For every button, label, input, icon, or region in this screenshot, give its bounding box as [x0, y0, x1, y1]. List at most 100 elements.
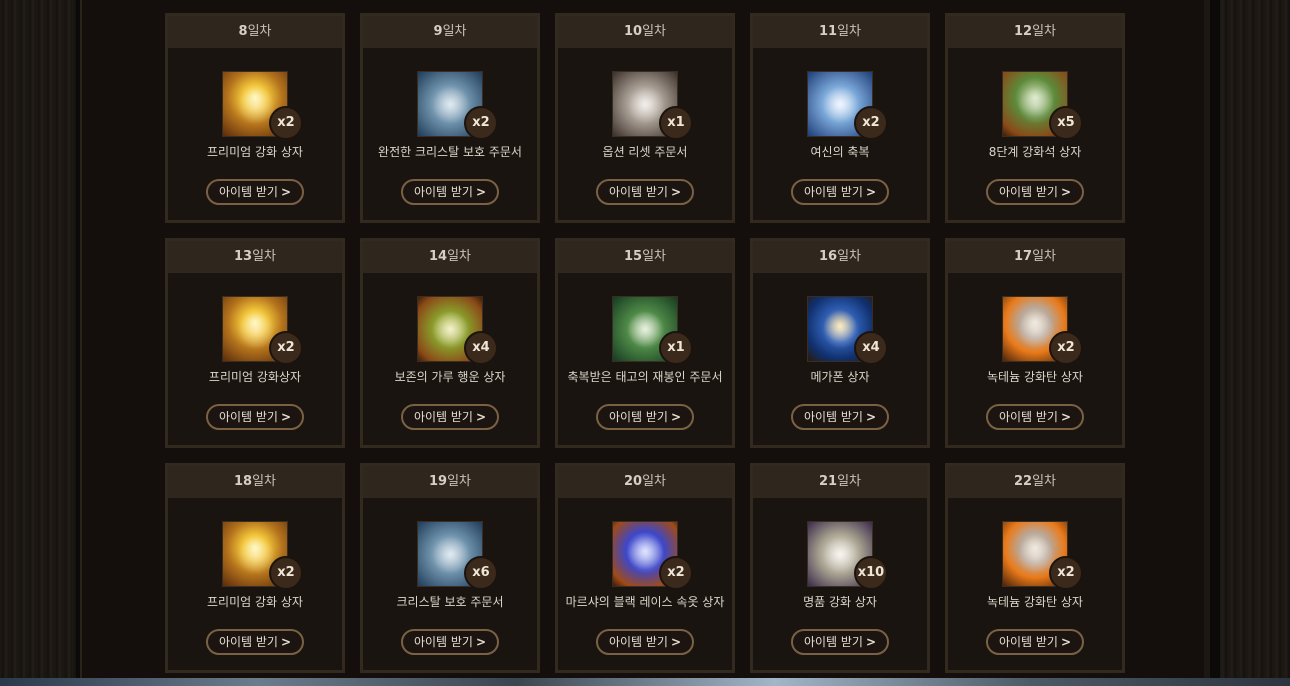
item-name: 옵션 리셋 주문서 — [602, 145, 688, 159]
chevron-right-icon: > — [280, 635, 292, 649]
get-item-button[interactable]: 아이템 받기 > — [401, 179, 499, 205]
quantity-badge: x2 — [854, 106, 888, 140]
item-name: 메가폰 상자 — [810, 370, 870, 384]
reward-card-day-8: 8일차 x2 프리미엄 강화 상자 아이템 받기 > — [165, 13, 345, 223]
get-item-button[interactable]: 아이템 받기 > — [596, 179, 694, 205]
right-wood-border — [1220, 0, 1290, 686]
quantity-badge: x4 — [464, 331, 498, 365]
reward-card-day-18: 18일차 x2 프리미엄 강화 상자아이템 받기 > — [165, 463, 345, 673]
chevron-right-icon: > — [475, 185, 487, 199]
get-item-button[interactable]: 아이템 받기 > — [986, 179, 1084, 205]
get-item-button[interactable]: 아이템 받기 > — [791, 404, 889, 430]
reward-grid: 8일차 x2 프리미엄 강화 상자 아이템 받기 >9일차 x2 완전한 크리스탈 보호 주… — [165, 13, 1127, 673]
quantity-badge: x2 — [269, 331, 303, 365]
reward-card-day-19: 19일차 x6 크리스탈 보호 주문서 아이템 받기 > — [360, 463, 540, 673]
get-item-button[interactable]: 아이템 받기 > — [206, 179, 304, 205]
quantity-badge: x1 — [659, 106, 693, 140]
quantity-badge: x2 — [464, 106, 498, 140]
reward-card-day-17: 17일차 x2 녹테늄 강화탄 상자 아이템 받기 > — [945, 238, 1125, 448]
day-suffix: 일차 — [642, 24, 666, 39]
day-number: 13 — [233, 249, 253, 264]
day-label: 11일차 — [753, 16, 927, 48]
get-item-button[interactable]: 아이템 받기 > — [986, 629, 1084, 655]
item-name: 프리미엄 강화상자 — [208, 370, 302, 384]
reward-card-day-16: 16일차 x4 메가폰 상자 아이템 받기 > — [750, 238, 930, 448]
get-item-button[interactable]: 아이템 받기 > — [401, 629, 499, 655]
day-suffix: 일차 — [447, 474, 471, 489]
reward-card-day-20: 20일차 x2 마르샤의 블랙 레이스 속옷 상자아이템 받기 > — [555, 463, 735, 673]
reward-card-day-11: 11일차 x2 여신의 축복아이템 받기 > — [750, 13, 930, 223]
reward-card-day-9: 9일차 x2 완전한 크리스탈 보호 주문서 아이템 받기 > — [360, 13, 540, 223]
get-item-button-label: 아이템 받기 — [803, 185, 863, 199]
day-label: 20일차 — [558, 466, 732, 498]
get-item-button-label: 아이템 받기 — [998, 410, 1058, 424]
chevron-right-icon: > — [280, 185, 292, 199]
chevron-right-icon: > — [670, 185, 682, 199]
day-suffix: 일차 — [642, 474, 666, 489]
item-name: 마르샤의 블랙 레이스 속옷 상자 — [565, 595, 725, 609]
get-item-button-label: 아이템 받기 — [608, 410, 668, 424]
get-item-button[interactable]: 아이템 받기 > — [791, 629, 889, 655]
day-label: 14일차 — [363, 241, 537, 273]
reward-card-day-22: 22일차 x2 녹테늄 강화탄 상자 아이템 받기 > — [945, 463, 1125, 673]
quantity-badge: x2 — [269, 106, 303, 140]
item-name: 축복받은 태고의 재봉인 주문서 — [567, 370, 723, 384]
reward-card-day-15: 15일차 x1 축복받은 태고의 재봉인 주문서 아이템 받기 > — [555, 238, 735, 448]
day-label: 9일차 — [363, 16, 537, 48]
day-number: 19 — [428, 474, 448, 489]
get-item-button[interactable]: 아이템 받기 > — [206, 404, 304, 430]
day-number: 22 — [1013, 474, 1033, 489]
quantity-badge: x2 — [1049, 556, 1083, 590]
day-suffix: 일차 — [442, 24, 467, 39]
day-label: 22일차 — [948, 466, 1122, 498]
get-item-button-label: 아이템 받기 — [413, 185, 473, 199]
get-item-button[interactable]: 아이템 받기 > — [401, 404, 499, 430]
chevron-right-icon: > — [670, 635, 682, 649]
day-suffix: 일차 — [1032, 249, 1056, 264]
day-suffix: 일차 — [837, 249, 861, 264]
day-suffix: 일차 — [447, 249, 471, 264]
get-item-button[interactable]: 아이템 받기 > — [986, 404, 1084, 430]
get-item-button-label: 아이템 받기 — [998, 185, 1058, 199]
quantity-badge: x2 — [659, 556, 693, 590]
get-item-button-label: 아이템 받기 — [218, 635, 278, 649]
day-number: 18 — [233, 474, 253, 489]
chevron-right-icon: > — [670, 410, 682, 424]
quantity-badge: x5 — [1049, 106, 1083, 140]
item-name: 프리미엄 강화 상자 — [207, 145, 303, 159]
day-number: 17 — [1013, 249, 1033, 264]
chevron-right-icon: > — [865, 185, 877, 199]
get-item-button[interactable]: 아이템 받기 > — [596, 629, 694, 655]
quantity-badge: x2 — [269, 556, 303, 590]
chevron-right-icon: > — [865, 410, 877, 424]
day-number: 20 — [623, 474, 643, 489]
day-label: 12일차 — [948, 16, 1122, 48]
get-item-button-label: 아이템 받기 — [608, 635, 668, 649]
day-label: 10일차 — [558, 16, 732, 48]
chevron-right-icon: > — [1060, 410, 1072, 424]
quantity-badge: x4 — [854, 331, 888, 365]
get-item-button[interactable]: 아이템 받기 > — [596, 404, 694, 430]
get-item-button[interactable]: 아이템 받기 > — [206, 629, 304, 655]
quantity-badge: x6 — [464, 556, 498, 590]
get-item-button[interactable]: 아이템 받기 > — [791, 179, 889, 205]
day-suffix: 일차 — [247, 24, 272, 39]
day-suffix: 일차 — [252, 474, 276, 489]
item-name: 녹테늄 강화탄 상자 — [987, 370, 1083, 384]
day-number: 21 — [818, 474, 838, 489]
day-label: 17일차 — [948, 241, 1122, 273]
day-label: 18일차 — [168, 466, 342, 498]
day-label: 13일차 — [168, 241, 342, 273]
chevron-right-icon: > — [865, 635, 877, 649]
day-number: 15 — [623, 249, 643, 264]
chevron-right-icon: > — [475, 635, 487, 649]
day-number: 9 — [433, 24, 443, 39]
chevron-right-icon: > — [1060, 185, 1072, 199]
item-name: 여신의 축복 — [810, 145, 870, 159]
item-name: 프리미엄 강화 상자 — [207, 595, 303, 609]
chevron-right-icon: > — [1060, 635, 1072, 649]
day-suffix: 일차 — [642, 249, 666, 264]
get-item-button-label: 아이템 받기 — [998, 635, 1058, 649]
get-item-button-label: 아이템 받기 — [803, 635, 863, 649]
reward-card-day-21: 21일차 x10 명품 강화 상자 아이템 받기 > — [750, 463, 930, 673]
